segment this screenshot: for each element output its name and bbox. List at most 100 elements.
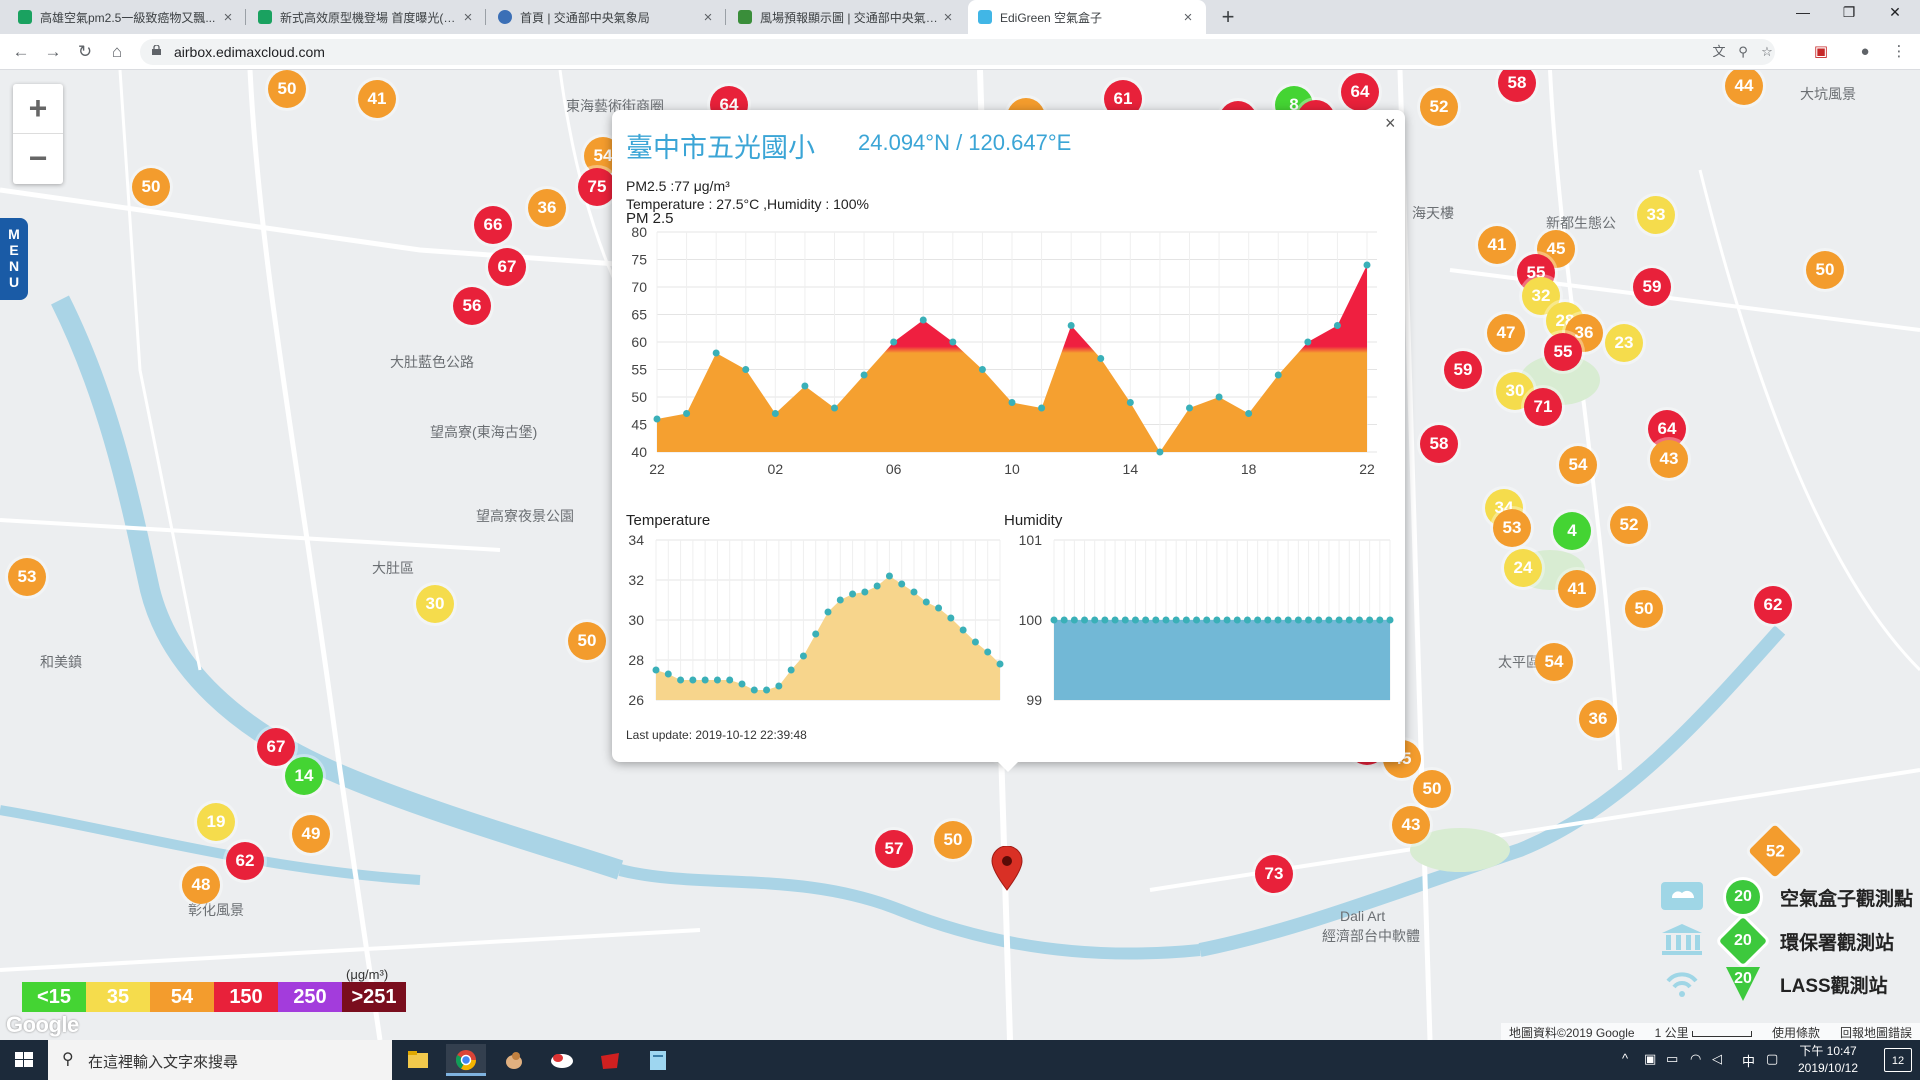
restore-button[interactable]: ❐ [1826, 4, 1872, 21]
tab-1[interactable]: 高雄空氣pm2.5一級致癌物又飄... × [8, 0, 246, 34]
close-popup-button[interactable]: × [1385, 113, 1396, 134]
station-marker[interactable]: 50 [1806, 251, 1844, 289]
station-marker[interactable]: 41 [358, 80, 396, 118]
station-marker[interactable]: 48 [182, 866, 220, 904]
station-marker[interactable]: 50 [1413, 770, 1451, 808]
windows-start-icon[interactable] [0, 1040, 48, 1080]
station-marker[interactable]: 55 [1544, 333, 1582, 371]
tab-5-active[interactable]: EdiGreen 空氣盒子 × [968, 0, 1206, 34]
station-marker[interactable]: 23 [1605, 324, 1643, 362]
station-marker[interactable]: 49 [292, 815, 330, 853]
clock[interactable]: 下午 10:47 2019/10/12 [1788, 1043, 1868, 1077]
zoom-icon[interactable]: ⚲ [1734, 43, 1752, 61]
profile-icon[interactable]: ● [1856, 43, 1874, 61]
file-explorer-icon[interactable] [398, 1044, 438, 1076]
station-marker[interactable]: 52 [1420, 88, 1458, 126]
close-tab-icon[interactable]: × [700, 9, 716, 26]
report-error-link[interactable]: 回報地圖錯誤 [1840, 1024, 1912, 1040]
station-marker[interactable]: 41 [1558, 570, 1596, 608]
app-notepad-icon[interactable] [638, 1044, 678, 1076]
station-marker[interactable]: 19 [197, 803, 235, 841]
data-point [910, 588, 918, 596]
station-marker[interactable]: 4 [1553, 512, 1591, 550]
zoom-in-button[interactable]: + [13, 84, 63, 134]
station-marker[interactable]: 66 [474, 206, 512, 244]
station-marker[interactable]: 14 [285, 757, 323, 795]
station-marker[interactable]: 73 [1255, 855, 1293, 893]
close-tab-icon[interactable]: × [460, 9, 476, 26]
legend-epa-badge: 20 [1718, 916, 1768, 966]
app-bird-icon[interactable] [494, 1044, 534, 1076]
station-marker[interactable]: 62 [226, 842, 264, 880]
station-marker[interactable]: 43 [1392, 806, 1430, 844]
bookmark-star-icon[interactable]: ☆ [1758, 43, 1776, 61]
station-marker[interactable]: 58 [1420, 425, 1458, 463]
tray-app-icon[interactable]: ▣ [1644, 1051, 1656, 1067]
tray-notify-icon[interactable]: ▢ [1766, 1051, 1778, 1067]
minimize-button[interactable]: — [1780, 4, 1826, 20]
station-marker[interactable]: 43 [1650, 440, 1688, 478]
station-marker[interactable]: 53 [8, 558, 46, 596]
back-button[interactable]: ← [8, 39, 34, 65]
translate-icon[interactable]: 文 [1710, 43, 1728, 61]
forward-button[interactable]: → [40, 39, 66, 65]
pm25-point [978, 366, 986, 373]
app-cloud-icon[interactable] [542, 1044, 582, 1076]
home-button[interactable]: ⌂ [104, 39, 130, 65]
station-marker[interactable]: 53 [1493, 509, 1531, 547]
close-tab-icon[interactable]: × [940, 9, 956, 26]
station-marker[interactable]: 50 [132, 168, 170, 206]
station-marker[interactable]: 54 [1535, 643, 1573, 681]
station-marker[interactable]: 36 [528, 189, 566, 227]
battery-icon[interactable]: ▭ [1666, 1051, 1678, 1067]
station-marker[interactable]: 41 [1478, 226, 1516, 264]
station-marker[interactable]: 52 [1610, 506, 1648, 544]
station-marker[interactable]: 57 [875, 830, 913, 868]
station-marker[interactable]: 36 [1579, 700, 1617, 738]
terms-link[interactable]: 使用條款 [1772, 1024, 1820, 1040]
ime-indicator[interactable]: 中 [1742, 1051, 1755, 1070]
action-center-icon[interactable]: 12 [1884, 1048, 1912, 1072]
chrome-icon[interactable] [446, 1044, 486, 1076]
new-tab-button[interactable]: + [1215, 4, 1241, 30]
station-marker[interactable]: 67 [257, 728, 295, 766]
taskbar-search[interactable]: ⚲ 在這裡輸入文字來搜尋 [48, 1040, 392, 1080]
station-marker[interactable]: 75 [578, 168, 616, 206]
station-marker[interactable]: 59 [1633, 268, 1671, 306]
station-marker[interactable]: 24 [1504, 549, 1542, 587]
extension-icon[interactable]: ▣ [1812, 43, 1830, 61]
station-marker[interactable]: 62 [1754, 586, 1792, 624]
network-icon[interactable]: ◠ [1690, 1051, 1701, 1067]
data-point [1101, 616, 1109, 624]
station-marker[interactable]: 59 [1444, 351, 1482, 389]
menu-button[interactable]: MENU [0, 218, 28, 300]
tray-chevron-icon[interactable]: ^ [1622, 1051, 1628, 1066]
station-marker[interactable]: 50 [268, 70, 306, 108]
address-bar[interactable]: airbox.edimaxcloud.com 文 ⚲ ☆ [140, 39, 1775, 65]
more-menu-icon[interactable]: ⋮ [1890, 43, 1908, 61]
app-red-icon[interactable] [590, 1044, 630, 1076]
close-tab-icon[interactable]: × [220, 9, 236, 26]
tab-4[interactable]: 風場預報顯示圖 | 交通部中央氣象... × [728, 0, 966, 34]
volume-icon[interactable]: ◁ [1712, 1051, 1722, 1067]
station-marker[interactable]: 50 [934, 821, 972, 859]
y-tick-label: 40 [631, 444, 647, 460]
station-marker[interactable]: 50 [568, 622, 606, 660]
station-marker[interactable]: 30 [416, 585, 454, 623]
station-marker[interactable]: 50 [1625, 590, 1663, 628]
station-marker[interactable]: 47 [1487, 314, 1525, 352]
close-window-button[interactable]: ✕ [1872, 4, 1918, 21]
station-marker[interactable]: 54 [1559, 446, 1597, 484]
tab-2[interactable]: 新式高效原型機登場 首度曝光(影... × [248, 0, 486, 34]
station-marker[interactable]: 67 [488, 248, 526, 286]
station-marker[interactable]: 56 [453, 287, 491, 325]
close-tab-icon[interactable]: × [1180, 9, 1196, 26]
reload-button[interactable]: ↻ [72, 39, 98, 65]
selected-location-pin-icon[interactable] [990, 846, 1024, 892]
station-marker[interactable]: 64 [1341, 73, 1379, 111]
station-marker[interactable]: 71 [1524, 388, 1562, 426]
zoom-out-button[interactable]: − [13, 134, 63, 184]
pm25-point [1008, 399, 1016, 406]
station-marker[interactable]: 33 [1637, 196, 1675, 234]
tab-3[interactable]: 首頁 | 交通部中央氣象局 × [488, 0, 726, 34]
